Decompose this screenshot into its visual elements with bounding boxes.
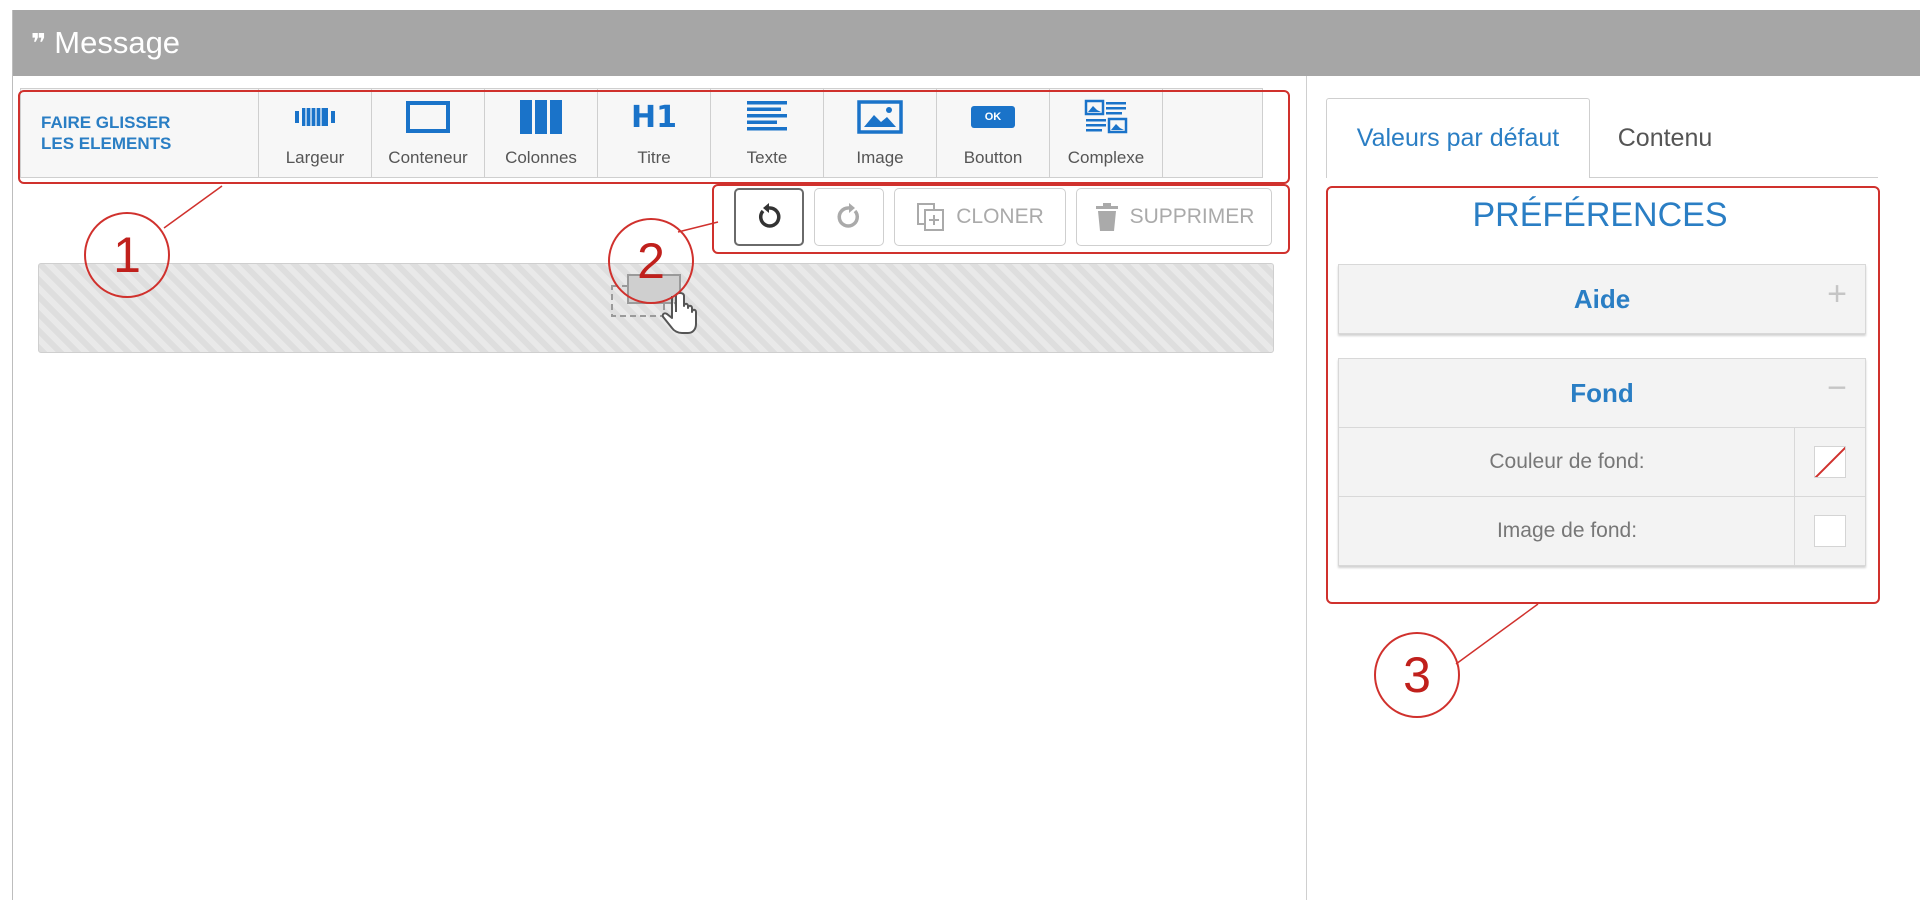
annotation-marker-1: 1 bbox=[84, 212, 170, 298]
annotation-marker-2: 2 bbox=[608, 218, 694, 304]
window-header: ❞ Message bbox=[13, 10, 1920, 76]
quote-icon: ❞ bbox=[31, 29, 47, 59]
annotation-box-actions bbox=[712, 184, 1290, 254]
tab-underline bbox=[1590, 177, 1878, 178]
annotation-box-preferences bbox=[1326, 186, 1880, 604]
tab-defaults[interactable]: Valeurs par défaut bbox=[1326, 98, 1590, 178]
annotation-marker-3: 3 bbox=[1374, 632, 1460, 718]
annotation-box-toolbar bbox=[18, 90, 1290, 184]
window-title: Message bbox=[54, 25, 181, 60]
panel-divider bbox=[1306, 76, 1307, 900]
tab-contenu[interactable]: Contenu bbox=[1590, 98, 1740, 178]
